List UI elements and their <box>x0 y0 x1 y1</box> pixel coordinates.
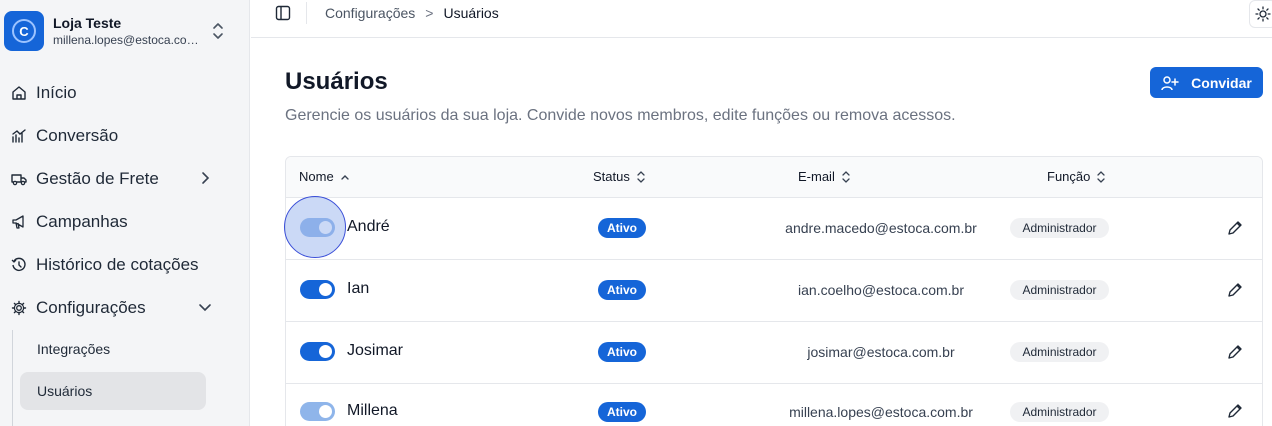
sidebar-toggle-icon[interactable] <box>275 5 291 21</box>
sidebar-item-configuracoes[interactable]: Configurações <box>10 290 220 326</box>
sidebar-item-label: Configurações <box>36 298 146 317</box>
store-logo: C <box>4 11 44 51</box>
sidebar-item-label: Gestão de Frete <box>36 169 159 188</box>
invite-button-label: Convidar <box>1191 74 1252 91</box>
theme-toggle-button[interactable] <box>1249 0 1272 28</box>
submenu-guide-line <box>12 330 13 426</box>
pencil-icon[interactable] <box>1226 402 1244 420</box>
topbar-divider <box>306 2 307 24</box>
table-row: Millena Ativo millena.lopes@estoca.com.b… <box>286 384 1262 426</box>
focus-highlight <box>284 196 346 258</box>
table-row: André Ativo andre.macedo@estoca.com.br A… <box>286 198 1262 260</box>
breadcrumb: Configurações > Usuários <box>325 5 499 21</box>
truck-icon <box>10 170 28 188</box>
table-header: Nome Status E-mail Função <box>286 157 1262 198</box>
sidebar-subitem-usuarios[interactable]: Usuários <box>20 372 206 410</box>
history-icon <box>10 256 28 274</box>
status-badge: Ativo <box>598 342 646 362</box>
page-description: Gerencie os usuários da sua loja. Convid… <box>285 107 956 124</box>
table-row: Ian Ativo ian.coelho@estoca.com.br Admin… <box>286 260 1262 322</box>
role-badge: Administrador <box>1010 218 1109 238</box>
sidebar-item-label: Campanhas <box>36 212 128 231</box>
sidebar-item-gestao-de-frete[interactable]: Gestão de Frete <box>10 161 220 197</box>
sort-icon <box>842 170 850 183</box>
role-badge: Administrador <box>1010 402 1109 422</box>
sidebar-item-conversao[interactable]: Conversão <box>10 118 220 154</box>
role-badge: Administrador <box>1010 342 1109 362</box>
pencil-icon[interactable] <box>1226 343 1244 361</box>
users-table: Nome Status E-mail Função André Ativo an… <box>285 156 1263 426</box>
sort-icon <box>1097 170 1106 183</box>
store-email: millena.lopes@estoca.com.br <box>53 33 203 47</box>
sidebar-item-label: Início <box>36 83 77 102</box>
column-header-email[interactable]: E-mail <box>798 169 851 184</box>
invite-button[interactable]: Convidar <box>1150 67 1263 98</box>
sun-icon <box>1255 6 1271 22</box>
store-switcher[interactable]: C Loja Teste millena.lopes@estoca.com.br <box>4 8 240 54</box>
sidebar-subitem-label: Usuários <box>37 383 93 399</box>
column-header-label: Status <box>593 169 630 184</box>
status-badge: Ativo <box>598 280 646 300</box>
store-name: Loja Teste <box>53 15 122 31</box>
column-header-status[interactable]: Status <box>593 169 646 184</box>
column-header-name[interactable]: Nome <box>299 169 350 184</box>
logo-letter: C <box>12 19 36 43</box>
sort-ascending-icon <box>340 174 349 180</box>
topbar: Configurações > Usuários <box>251 0 1272 38</box>
chart-icon <box>10 127 28 145</box>
chevrons-up-down-icon <box>213 23 223 39</box>
sidebar-item-label: Histórico de cotações <box>36 255 199 274</box>
status-badge: Ativo <box>598 218 646 238</box>
page-title: Usuários <box>285 68 388 95</box>
status-badge: Ativo <box>598 402 646 422</box>
megaphone-icon <box>10 213 28 231</box>
sort-icon <box>637 170 645 183</box>
pencil-icon[interactable] <box>1226 219 1244 237</box>
chevron-right-icon <box>202 172 210 184</box>
sidebar-item-inicio[interactable]: Início <box>10 75 220 111</box>
breadcrumb-parent[interactable]: Configurações <box>325 5 415 21</box>
column-header-role[interactable]: Função <box>1047 169 1106 184</box>
breadcrumb-separator: > <box>425 5 434 21</box>
user-name: Millena <box>347 402 398 419</box>
gear-icon <box>10 299 28 317</box>
role-badge: Administrador <box>1010 280 1109 300</box>
column-header-label: Nome <box>299 169 334 184</box>
sidebar-subitem-label: Integrações <box>37 341 111 357</box>
table-row: Josimar Ativo josimar@estoca.com.br Admi… <box>286 322 1262 384</box>
column-header-label: E-mail <box>798 169 835 184</box>
sidebar-item-campanhas[interactable]: Campanhas <box>10 204 220 240</box>
sidebar: C Loja Teste millena.lopes@estoca.com.br… <box>0 0 250 426</box>
home-icon <box>10 84 28 102</box>
user-active-toggle[interactable] <box>300 280 335 299</box>
column-header-label: Função <box>1047 169 1091 184</box>
breadcrumb-current: Usuários <box>443 5 499 21</box>
sidebar-item-label: Conversão <box>36 126 119 145</box>
sidebar-item-historico[interactable]: Histórico de cotações <box>10 247 220 283</box>
user-active-toggle[interactable] <box>300 402 335 421</box>
chevron-down-icon <box>199 304 211 312</box>
user-name: Ian <box>347 280 370 297</box>
user-plus-icon <box>1161 75 1179 90</box>
pencil-icon[interactable] <box>1226 281 1244 299</box>
sidebar-subitem-integracoes[interactable]: Integrações <box>20 330 206 368</box>
user-name: André <box>347 218 390 235</box>
user-active-toggle[interactable] <box>300 342 335 361</box>
user-name: Josimar <box>347 342 404 359</box>
